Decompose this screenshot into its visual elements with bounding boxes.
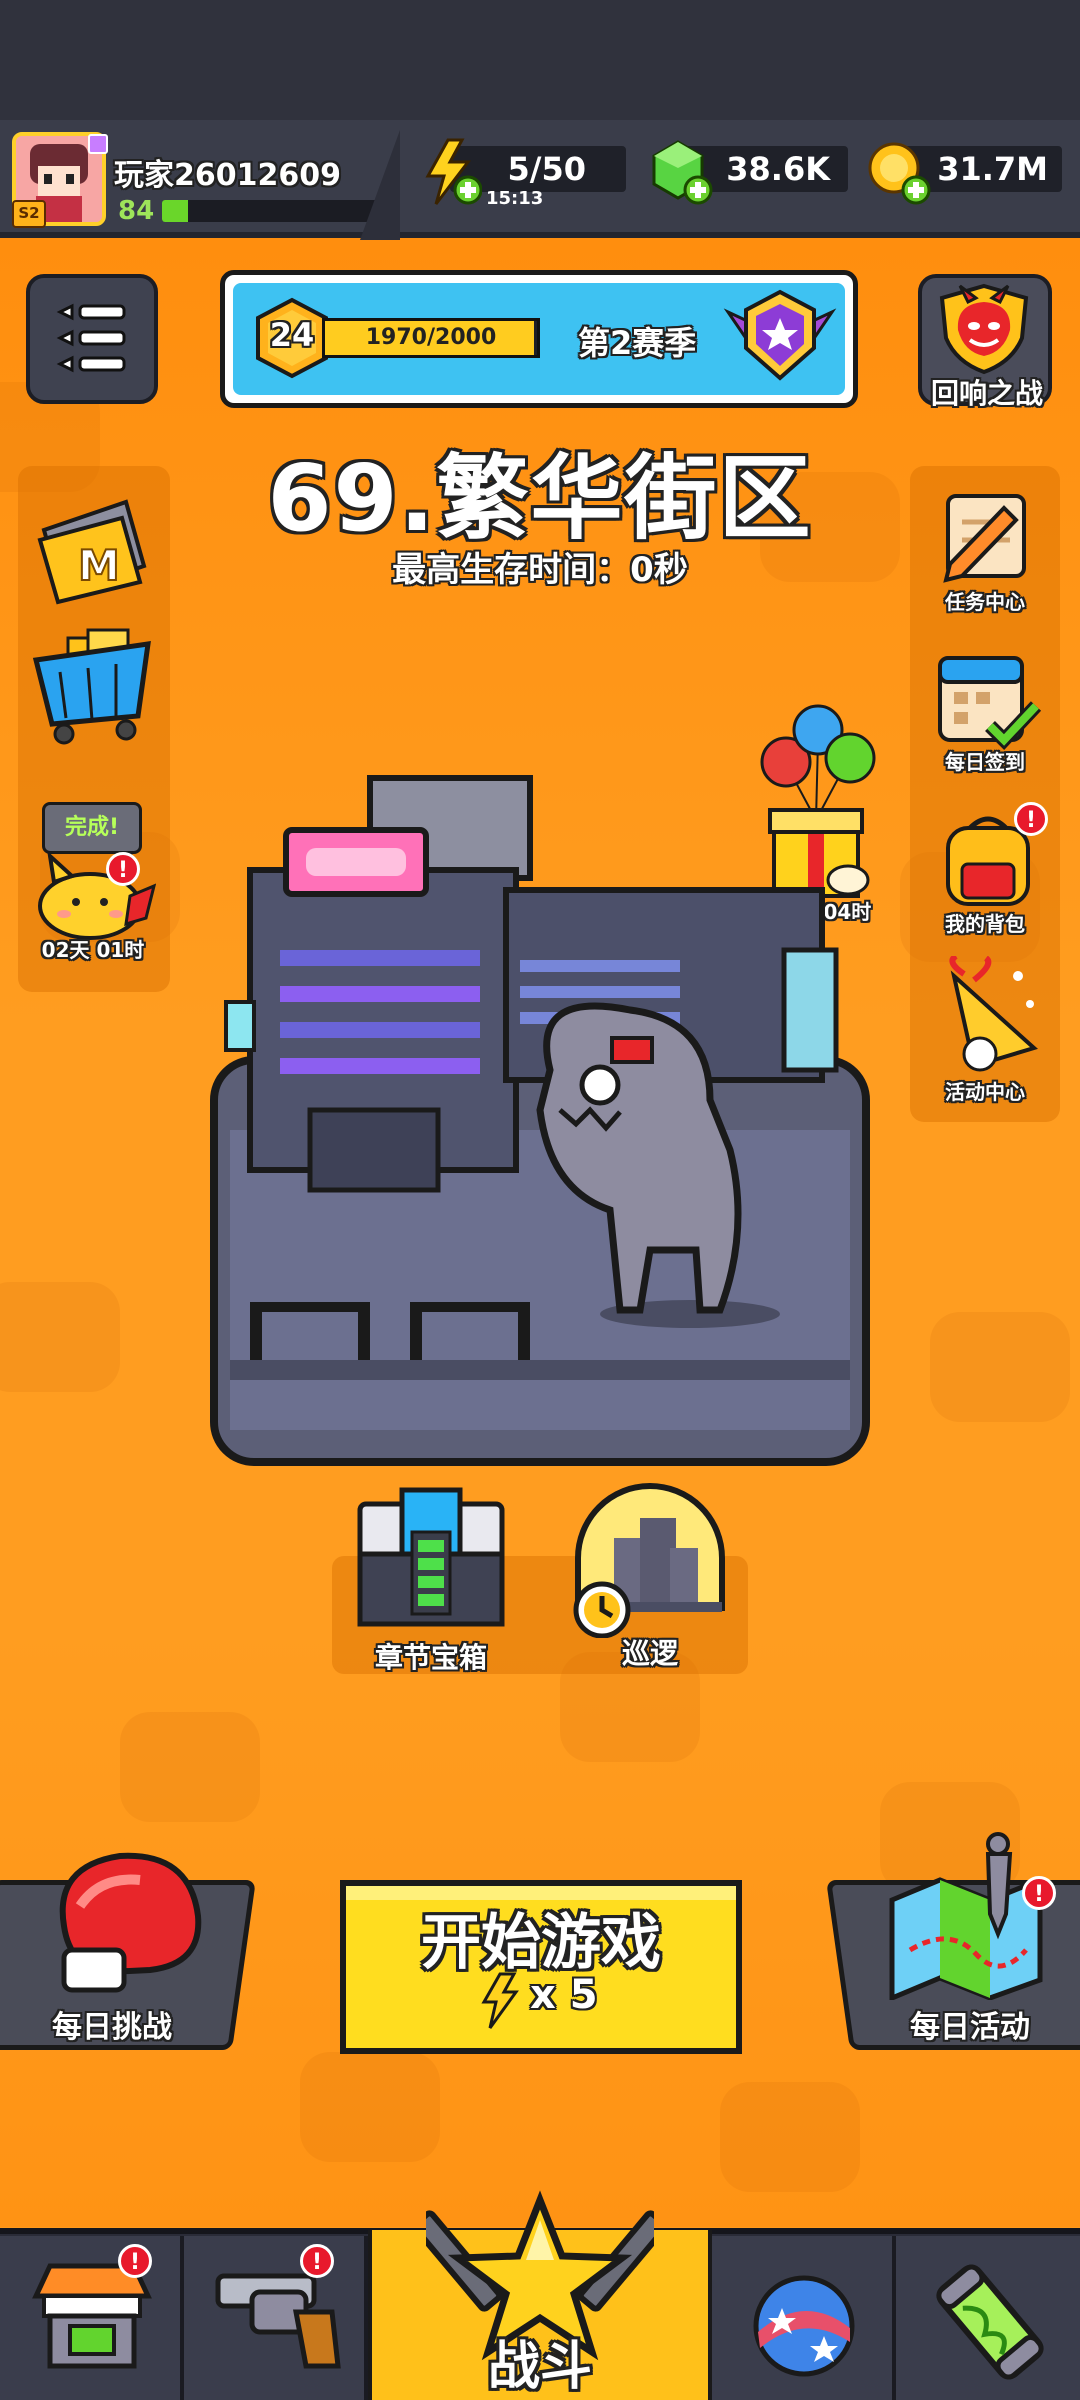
season-progress-bar: 1970/2000	[322, 318, 540, 358]
list-menu-icon	[56, 303, 126, 373]
daily-challenge-label: 每日挑战	[52, 2010, 172, 2045]
daily-event-label: 每日活动	[910, 2010, 1030, 2045]
quest-scroll-icon[interactable]	[930, 488, 1042, 588]
player-level: 84	[118, 196, 155, 226]
battle-tab-label: 战斗	[487, 2337, 592, 2397]
season-badge: S2	[12, 200, 46, 228]
echo-battle-label: 回响之战	[930, 377, 1043, 410]
chapter-chest-icon[interactable]	[354, 1484, 508, 1628]
dna-capsule-icon	[936, 2264, 1044, 2380]
energy-cost-icon	[481, 1972, 519, 2029]
gold-coin-icon	[868, 142, 931, 205]
daily-event-alert-badge: !	[1022, 1876, 1056, 1910]
right-item-label: 活动中心	[945, 1080, 1025, 1104]
svg-text:M: M	[78, 541, 120, 590]
calendar-check-icon[interactable]	[932, 648, 1042, 752]
m-card-icon[interactable]: M	[30, 490, 156, 610]
weapons-alert-badge: !	[300, 2244, 334, 2278]
patrol-label: 巡逻	[621, 1637, 678, 1670]
status-bar	[0, 0, 1080, 120]
gem-icon	[652, 140, 713, 205]
avatar-frame-icon	[88, 134, 108, 154]
party-horn-icon[interactable]	[934, 956, 1044, 1080]
season-rank-badge-icon	[723, 289, 837, 381]
shop-stall-icon	[32, 2263, 152, 2369]
right-item-label: 我的背包	[945, 912, 1025, 936]
pet-alert-badge: !	[106, 852, 140, 886]
player-xp-fill	[162, 200, 189, 222]
menu-button[interactable]	[26, 274, 158, 404]
backpack-alert-badge: !	[1014, 802, 1048, 836]
patrol-icon[interactable]	[566, 1478, 736, 1638]
shop-alert-badge: !	[118, 2244, 152, 2278]
event-map-icon	[889, 1832, 1043, 2000]
right-item-label: 每日签到	[945, 750, 1025, 774]
chapter-chest-label: 章节宝箱	[374, 1641, 487, 1674]
start-game-label: 开始游戏	[421, 1908, 661, 1978]
talent-orb-icon	[753, 2275, 855, 2377]
right-item-label: 任务中心	[945, 590, 1025, 614]
topbar-divider	[360, 130, 400, 240]
season-progress-text: 1970/2000	[365, 325, 497, 350]
stage-scene-illustration	[210, 775, 870, 1466]
energy-icon	[425, 138, 482, 205]
shop-cart-icon[interactable]	[30, 620, 156, 750]
energy-cost: x 5	[530, 1972, 598, 2018]
demon-shield-icon	[939, 283, 1029, 375]
pet-timer: 02天 01时	[41, 938, 145, 962]
season-label: 第2赛季	[578, 324, 697, 362]
season-level: 24	[269, 316, 315, 354]
boxing-glove-icon	[59, 1852, 202, 1993]
energy-timer: 15:13	[486, 188, 544, 209]
revolver-icon	[215, 2273, 341, 2369]
